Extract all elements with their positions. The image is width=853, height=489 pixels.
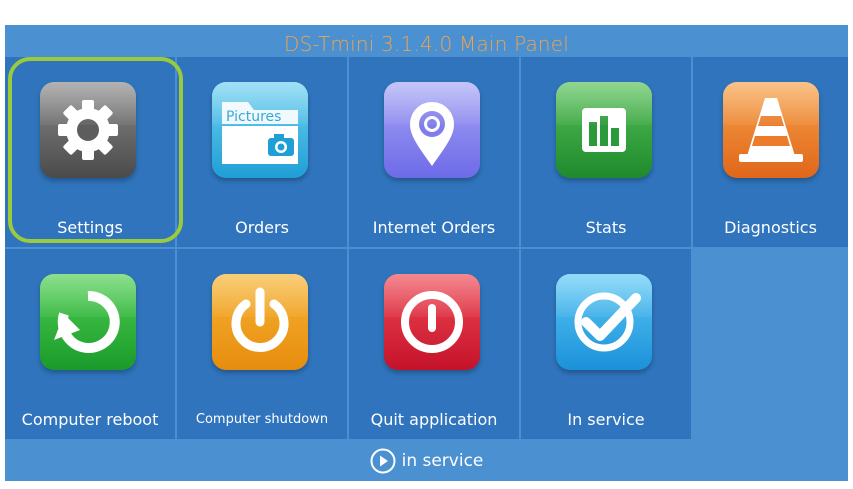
tile-in-service[interactable]: In service [521,249,691,439]
quit-icon [384,274,480,370]
tile-label: Quit application [370,410,498,429]
pictures-text: Pictures [226,109,282,125]
tile-label: In service [567,410,645,429]
status-text: in service [401,450,484,471]
window-title: DS-Tmini 3.1.4.0 Main Panel [283,32,570,56]
location-pin-icon [384,82,480,178]
tile-label: Computer reboot [21,410,159,429]
tile-diagnostics[interactable]: Diagnostics [693,57,848,247]
gear-icon [40,82,136,178]
power-icon [212,274,308,370]
tile-orders[interactable]: Pictures Orders [177,57,347,247]
traffic-cone-icon [723,82,819,178]
tile-internet-orders[interactable]: Internet Orders [349,57,519,247]
tile-settings[interactable]: Settings [5,57,175,247]
bar-chart-icon [556,82,652,178]
tile-quit-application[interactable]: Quit application [349,249,519,439]
tile-label: Settings [57,218,123,237]
checkmark-icon [556,274,652,370]
tile-label: Computer shutdown [195,412,329,427]
tile-label: Orders [235,218,289,237]
tile-computer-reboot[interactable]: Computer reboot [5,249,175,439]
tile-label: Stats [585,218,627,237]
tile-label: Diagnostics [724,218,817,237]
tile-stats[interactable]: Stats [521,57,691,247]
play-circle-icon [370,448,396,473]
status-bar[interactable]: in service [5,440,848,481]
main-panel: DS-Tmini 3.1.4.0 Main Panel Settings Pic… [5,25,848,481]
pictures-folder-icon: Pictures [212,82,308,178]
tile-label: Internet Orders [372,218,496,237]
tile-computer-shutdown[interactable]: Computer shutdown [177,249,347,439]
reboot-icon [40,274,136,370]
